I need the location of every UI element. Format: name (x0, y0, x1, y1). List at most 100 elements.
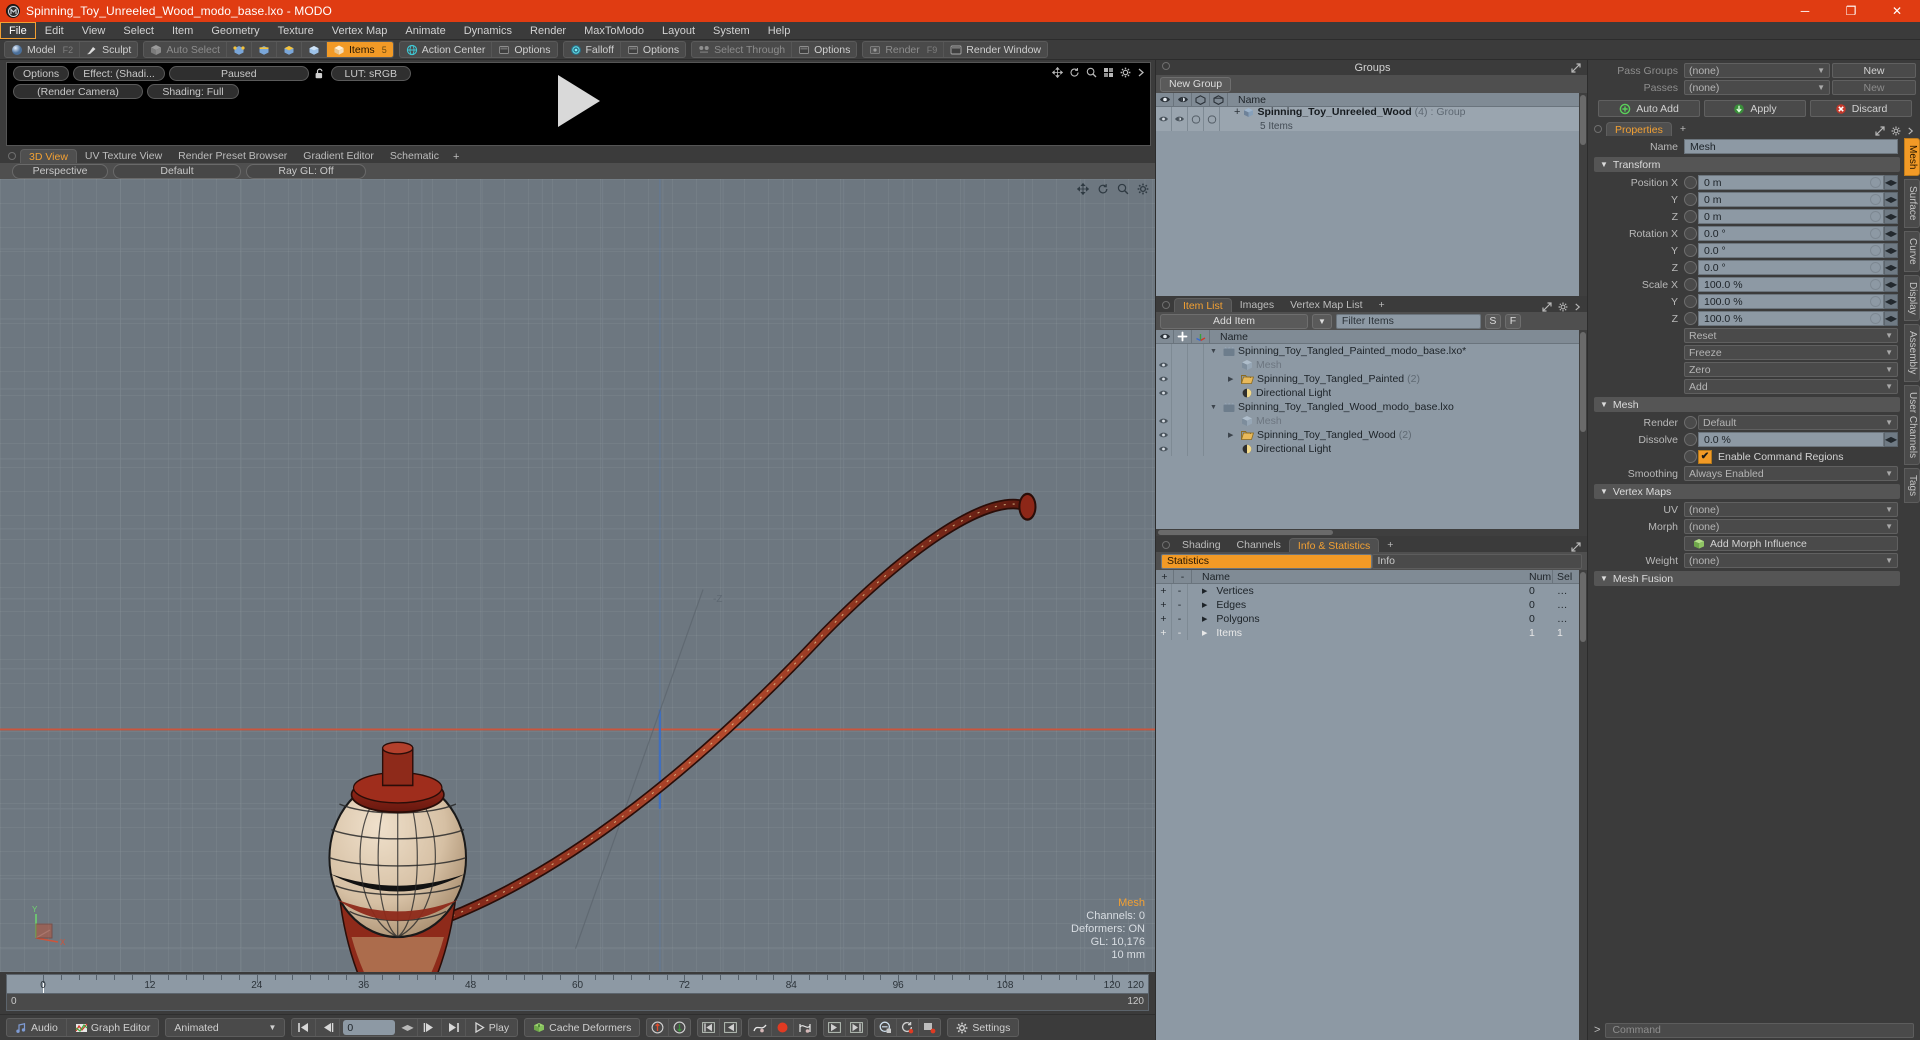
row-axis-toggle[interactable] (1188, 414, 1204, 428)
refresh-icon[interactable] (1097, 183, 1109, 195)
statistics-list-body[interactable]: + - ▶ Vertices 0… + - ▶ Edges 0… + - ▶ Polygons 0… + - ▶ I… (1156, 584, 1579, 1040)
preview-camera-button[interactable]: (Render Camera) (13, 84, 143, 99)
pass-groups-dropdown[interactable]: (none) ▼ (1684, 63, 1830, 78)
transform-row-input[interactable]: 0.0 ° (1698, 243, 1884, 258)
transform-key-dot[interactable] (1870, 279, 1881, 290)
tab-gradient-editor[interactable]: Gradient Editor (295, 149, 382, 163)
item-list-scrollbar-vertical[interactable] (1579, 330, 1587, 536)
jump-prev-button[interactable] (719, 1019, 741, 1036)
new-group-button[interactable]: New Group (1160, 76, 1232, 92)
menu-layout[interactable]: Layout (653, 22, 704, 39)
play-button[interactable]: Play (464, 1019, 517, 1036)
jump-end-button[interactable] (845, 1019, 867, 1036)
row-eye-toggle[interactable] (1156, 428, 1172, 442)
item-list-row[interactable]: Directional Light (1156, 442, 1579, 456)
expand-icon[interactable] (1542, 302, 1552, 312)
transform-row-input[interactable]: 0.0 ° (1698, 226, 1884, 241)
transform-key-dot[interactable] (1870, 296, 1881, 307)
preview-lut-button[interactable]: LUT: sRGB (330, 66, 411, 81)
item-list-row[interactable]: ▼ Spinning_Toy_Tangled_Wood_modo_base.lxo (1156, 400, 1579, 414)
curve-key-button[interactable] (749, 1019, 771, 1036)
row-add-toggle[interactable] (1172, 442, 1188, 456)
reload-key-button[interactable] (896, 1019, 918, 1036)
first-frame-button[interactable] (292, 1019, 315, 1036)
row-add-toggle[interactable] (1172, 372, 1188, 386)
groups-list-body[interactable]: + Spinning_Toy_Unreeled_Wood (4) : Group… (1156, 107, 1579, 296)
select-through-button[interactable]: Select Through (692, 42, 791, 57)
menu-view[interactable]: View (73, 22, 115, 39)
passes-new-button[interactable]: New (1832, 80, 1916, 95)
menu-texture[interactable]: Texture (269, 22, 323, 39)
transform-row-input[interactable]: 0 m (1698, 209, 1884, 224)
tab-info-statistics[interactable]: Info & Statistics (1288, 538, 1380, 552)
groups-panel-menu-dot-icon[interactable] (1162, 62, 1170, 70)
row-sel-toggle[interactable] (1188, 107, 1204, 131)
transform-row-stepper[interactable]: ◀▶ (1884, 294, 1898, 309)
gear-icon[interactable] (1137, 183, 1149, 195)
maximize-button[interactable]: ❐ (1828, 0, 1874, 22)
stats-row-minus[interactable]: - (1172, 598, 1188, 612)
render-button[interactable]: Render F9 (863, 42, 943, 57)
expand-icon[interactable] (1875, 126, 1885, 136)
enable-command-regions-checkbox[interactable]: ✔ (1698, 449, 1712, 464)
expand-icon[interactable] (1571, 542, 1581, 552)
timeline-track[interactable]: 0 120 (6, 993, 1149, 1011)
viewport-3d-view[interactable]: Mesh Channels: 0 Deformers: ON GL: 10,17… (0, 179, 1155, 972)
row-expander[interactable]: ▼ (1210, 404, 1220, 411)
edge-select-button[interactable] (251, 42, 276, 57)
refresh-icon[interactable] (1069, 67, 1080, 78)
menu-maxtomodo[interactable]: MaxToModo (575, 22, 653, 39)
row-add-toggle[interactable] (1172, 400, 1188, 414)
statistics-row[interactable]: + - ▶ Edges 0… (1156, 598, 1579, 612)
tab-schematic[interactable]: Schematic (382, 149, 447, 163)
transform-dropdown-zero[interactable]: Zero ▼ (1684, 362, 1898, 377)
properties-side-tab-user-channels[interactable]: User Channels (1904, 384, 1920, 465)
transform-channel-dot[interactable] (1684, 244, 1697, 257)
key-up-button[interactable] (647, 1019, 668, 1036)
stats-col-minus[interactable]: - (1174, 569, 1192, 584)
select-through-options-button[interactable]: Options (791, 42, 856, 57)
weight-dropdown[interactable]: (none) ▼ (1684, 553, 1898, 568)
menu-edit[interactable]: Edit (36, 22, 73, 39)
item-list-add-tab-button[interactable]: + (1371, 298, 1393, 312)
menu-animate[interactable]: Animate (396, 22, 454, 39)
row-axis-toggle[interactable] (1188, 386, 1204, 400)
transform-key-dot[interactable] (1870, 194, 1881, 205)
properties-side-tab-tags[interactable]: Tags (1904, 467, 1920, 504)
properties-side-tab-mesh[interactable]: Mesh (1904, 138, 1920, 177)
material-select-button[interactable] (301, 42, 326, 57)
item-list-row[interactable]: ▶ Spinning_Toy_Tangled_Painted (2) (1156, 372, 1579, 386)
properties-side-tab-assembly[interactable]: Assembly (1904, 324, 1920, 382)
transform-channel-dot[interactable] (1684, 193, 1697, 206)
stats-row-plus[interactable]: + (1156, 612, 1172, 626)
link-key-button[interactable] (875, 1019, 896, 1036)
row-expander[interactable]: ▼ (1210, 348, 1220, 355)
command-regions-channel-dot[interactable] (1684, 450, 1697, 463)
menu-system[interactable]: System (704, 22, 759, 39)
stats-row-expander[interactable]: ▶ (1202, 629, 1207, 637)
key-down-button[interactable] (668, 1019, 690, 1036)
transform-row-input[interactable]: 100.0 % (1698, 294, 1884, 309)
falloff-button[interactable]: Falloff (564, 42, 620, 57)
tab-channels[interactable]: Channels (1229, 538, 1289, 552)
item-list-row[interactable]: ▶ Spinning_Toy_Tangled_Wood (2) (1156, 428, 1579, 442)
item-list-body[interactable]: ▼ Spinning_Toy_Tangled_Painted_modo_base.… (1156, 344, 1579, 529)
groups-scrollbar-vertical[interactable] (1579, 93, 1587, 296)
last-frame-button[interactable] (440, 1019, 465, 1036)
statistics-row[interactable]: + - ▶ Vertices 0… (1156, 584, 1579, 598)
gear-icon[interactable] (1558, 302, 1568, 312)
vertex-select-button[interactable] (226, 42, 251, 57)
preview-play-icon[interactable] (557, 74, 600, 127)
item-list-menu-dot-icon[interactable] (1162, 301, 1170, 309)
preview-options-button[interactable]: Options (13, 66, 70, 81)
transform-row-input[interactable]: 0 m (1698, 175, 1884, 190)
gear-icon[interactable] (1891, 126, 1901, 136)
graph-editor-button[interactable]: Graph Editor (65, 1019, 159, 1036)
menu-item[interactable]: Item (163, 22, 202, 39)
uv-dropdown[interactable]: (none) ▼ (1684, 502, 1898, 517)
minimize-button[interactable]: ─ (1782, 0, 1828, 22)
dissolve-channel-dot[interactable] (1684, 433, 1697, 446)
stats-row-minus[interactable]: - (1172, 626, 1188, 640)
close-button[interactable]: ✕ (1874, 0, 1920, 22)
row-eye-toggle[interactable] (1156, 414, 1172, 428)
